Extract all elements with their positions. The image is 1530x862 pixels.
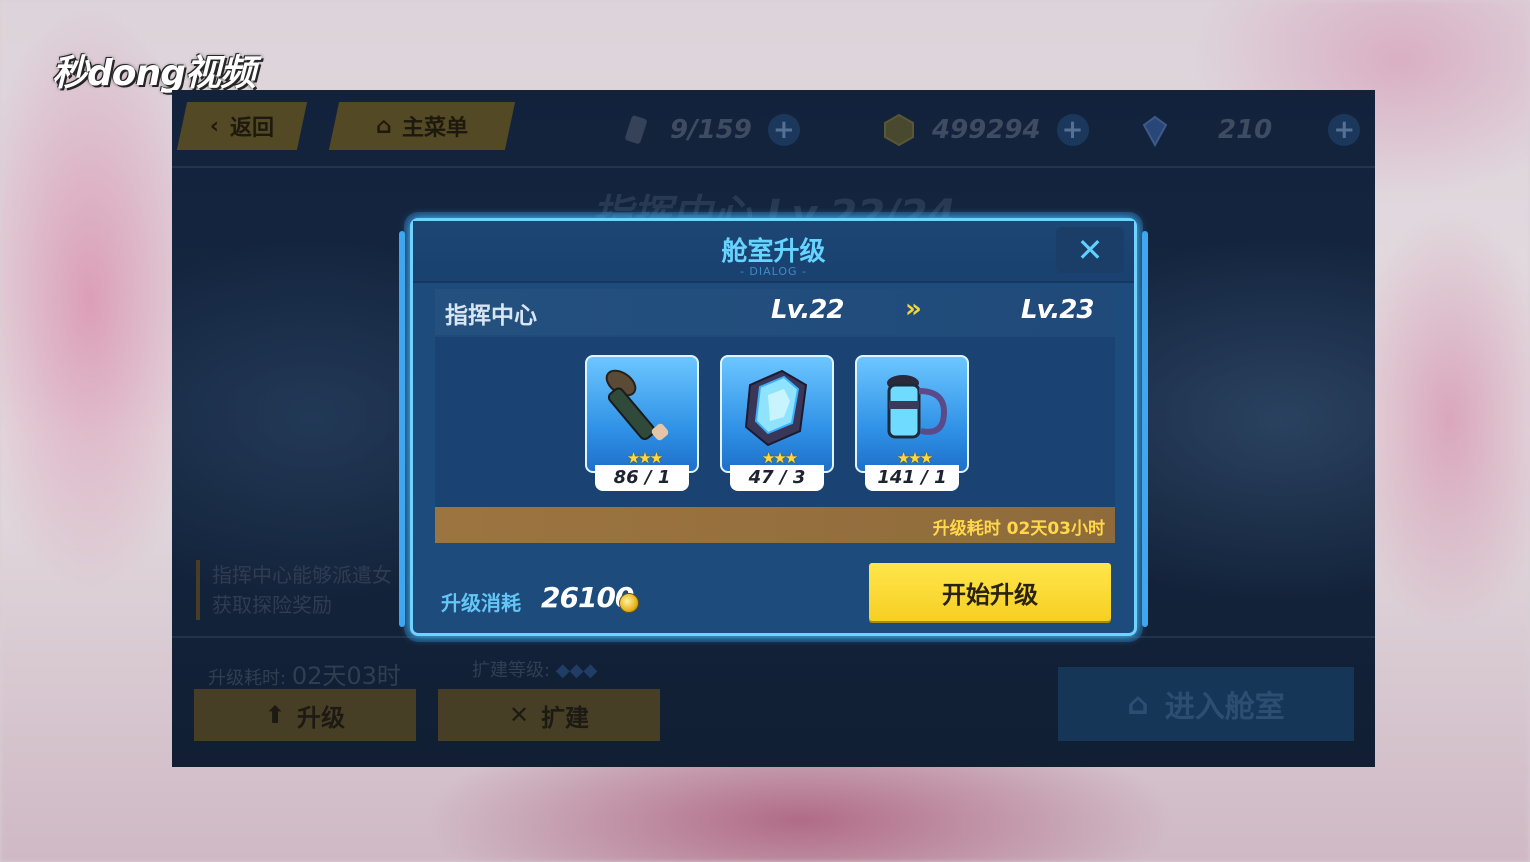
dialog-title: 舱室升级 — [721, 237, 826, 267]
coolant-canister-icon — [887, 375, 947, 439]
dialog-header: 舱室升级 - DIALOG - ✕ — [413, 221, 1134, 283]
level-row: 指挥中心 Lv.22 » Lv.23 — [435, 289, 1115, 335]
room-name: 指挥中心 — [445, 303, 537, 329]
material-card: ★★★ — [855, 355, 969, 473]
material-item[interactable]: ★★★ 141 / 1 — [855, 355, 969, 491]
level-from: Lv.22 — [771, 295, 844, 325]
start-upgrade-button[interactable]: 开始升级 — [869, 563, 1111, 621]
upgrade-time-text: 升级耗时 02天03小时 — [932, 519, 1105, 539]
upgrade-time-bar: 升级耗时 02天03小时 — [435, 507, 1115, 543]
materials-panel: ★★★ 86 / 1 ★★★ 47 / 3 ★★★ 141 / 1 — [435, 337, 1115, 507]
material-count: 47 / 3 — [730, 465, 824, 491]
close-icon: ✕ — [1076, 231, 1104, 269]
material-item[interactable]: ★★★ 47 / 3 — [720, 355, 834, 491]
video-watermark: 秒dong视频 — [52, 53, 256, 94]
cost-label: 升级消耗 — [441, 591, 521, 615]
double-chevron-right-icon: » — [905, 294, 922, 324]
material-count: 141 / 1 — [865, 465, 959, 491]
start-upgrade-label: 开始升级 — [942, 580, 1038, 609]
material-count: 86 / 1 — [595, 465, 689, 491]
room-upgrade-dialog: 舱室升级 - DIALOG - ✕ 指挥中心 Lv.22 » Lv.23 ★★★… — [399, 218, 1148, 636]
coin-icon — [619, 593, 639, 613]
dialog-subtitle: - DIALOG - — [739, 265, 808, 278]
dialog-rail-left — [399, 231, 405, 627]
dialog-rail-right — [1142, 231, 1148, 627]
material-card: ★★★ — [585, 355, 699, 473]
material-item[interactable]: ★★★ 86 / 1 — [585, 355, 699, 491]
close-button[interactable]: ✕ — [1056, 227, 1124, 273]
energy-crystal-icon — [744, 369, 808, 447]
katana-hilt-icon — [605, 369, 669, 441]
level-to: Lv.23 — [1021, 295, 1094, 325]
material-card: ★★★ — [720, 355, 834, 473]
